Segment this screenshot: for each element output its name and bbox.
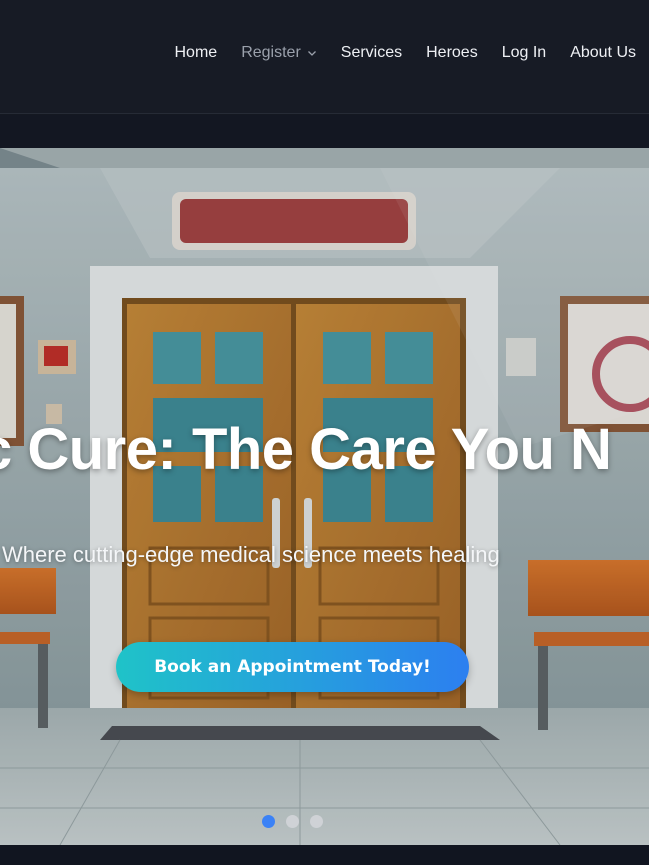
hero-title: c Cure: The Care You N: [0, 417, 612, 482]
page-bottom-band: [0, 845, 649, 865]
nav-login-link[interactable]: Log In: [502, 44, 546, 62]
chevron-down-icon: [307, 51, 316, 56]
carousel-dot-1[interactable]: [262, 815, 275, 828]
hero-overlay: [0, 148, 649, 845]
carousel-indicators: [262, 815, 334, 828]
nav-register-label: Register: [241, 44, 301, 61]
nav-heroes-link[interactable]: Heroes: [426, 44, 478, 62]
hero-subtitle: Where cutting-edge medical science meets…: [2, 542, 500, 567]
nav-home-link[interactable]: Home: [175, 44, 218, 62]
nav-register-dropdown[interactable]: Register: [241, 44, 317, 62]
hero-carousel: c Cure: The Care You N Where cutting-edg…: [0, 148, 649, 845]
nav-links: Home Register Services Heroes Log In Abo…: [151, 44, 637, 62]
carousel-dot-3[interactable]: [310, 815, 323, 828]
carousel-dot-2[interactable]: [286, 815, 299, 828]
nav-about-link[interactable]: About Us: [570, 44, 636, 62]
header-spacer: [0, 115, 649, 148]
book-appointment-button[interactable]: Book an Appointment Today!: [116, 642, 469, 692]
nav-services-link[interactable]: Services: [341, 44, 402, 62]
navbar: Home Register Services Heroes Log In Abo…: [0, 0, 649, 114]
